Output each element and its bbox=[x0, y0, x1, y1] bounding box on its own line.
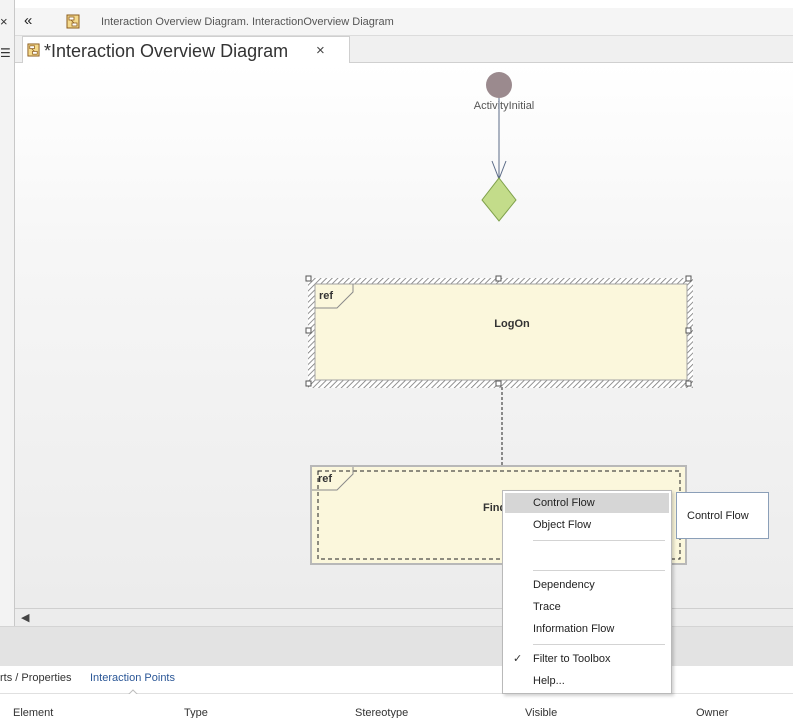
tab-properties[interactable]: rts / Properties bbox=[0, 672, 72, 684]
context-menu: Control Flow Object Flow Dependency Trac… bbox=[502, 490, 672, 694]
close-icon[interactable]: × bbox=[0, 14, 8, 29]
tab-bar: *Interaction Overview Diagram × bbox=[15, 36, 793, 64]
menu-item-filter-to-toolbox[interactable]: Filter to Toolbox bbox=[505, 649, 669, 669]
tab-interaction-points[interactable]: Interaction Points bbox=[90, 672, 175, 684]
panel-splitter[interactable] bbox=[0, 626, 793, 666]
back-icon[interactable]: « bbox=[24, 12, 32, 29]
activity-initial-node[interactable] bbox=[486, 72, 512, 98]
breadcrumb: « Interaction Overview Diagram. Interact… bbox=[15, 8, 793, 36]
menu-item-control-flow[interactable]: Control Flow bbox=[505, 493, 669, 513]
decision-node[interactable] bbox=[481, 177, 517, 222]
table-header: Element Type Stereotype Visible Owner bbox=[0, 694, 793, 718]
frame-tag: ref bbox=[318, 473, 332, 485]
diagram-icon bbox=[66, 14, 80, 29]
bottom-tab-bar: rts / Properties Interaction Points bbox=[0, 666, 793, 695]
menu-item-information-flow[interactable]: Information Flow bbox=[505, 619, 669, 639]
menu-item-object-flow[interactable]: Object Flow bbox=[505, 515, 669, 535]
menu-icon[interactable]: ☰ bbox=[0, 46, 11, 60]
interaction-frame-logon[interactable]: ref LogOn bbox=[305, 275, 693, 388]
column-header-owner[interactable]: Owner bbox=[696, 707, 728, 718]
tab-diagram[interactable]: *Interaction Overview Diagram × bbox=[22, 36, 350, 64]
tab-title: *Interaction Overview Diagram bbox=[44, 41, 289, 61]
frame-tag: ref bbox=[319, 290, 333, 302]
column-header-element[interactable]: Element bbox=[13, 707, 53, 718]
scroll-left-icon[interactable]: ◀ bbox=[21, 611, 29, 624]
menu-item-dependency[interactable]: Dependency bbox=[505, 575, 669, 595]
menu-separator bbox=[533, 570, 665, 571]
menu-item-trace[interactable]: Trace bbox=[505, 597, 669, 617]
app-window: × ☰ « Interaction Overview Diagram. Inte… bbox=[0, 0, 793, 718]
menu-separator bbox=[533, 644, 665, 645]
diagram-icon bbox=[27, 43, 40, 57]
frame-name: LogOn bbox=[494, 318, 530, 330]
breadcrumb-path[interactable]: Interaction Overview Diagram. Interactio… bbox=[101, 16, 394, 28]
column-header-stereotype[interactable]: Stereotype bbox=[355, 707, 408, 718]
menu-separator bbox=[533, 540, 665, 541]
left-pane: × ☰ bbox=[0, 0, 15, 635]
activity-initial-label: ActivityInitial bbox=[474, 100, 535, 112]
column-header-visible[interactable]: Visible bbox=[525, 707, 557, 718]
menu-item-help[interactable]: Help... bbox=[505, 671, 669, 691]
close-icon[interactable]: × bbox=[316, 42, 325, 59]
horizontal-scrollbar[interactable]: ◀ bbox=[15, 608, 793, 626]
column-header-type[interactable]: Type bbox=[184, 707, 208, 718]
tooltip: Control Flow bbox=[676, 492, 769, 539]
